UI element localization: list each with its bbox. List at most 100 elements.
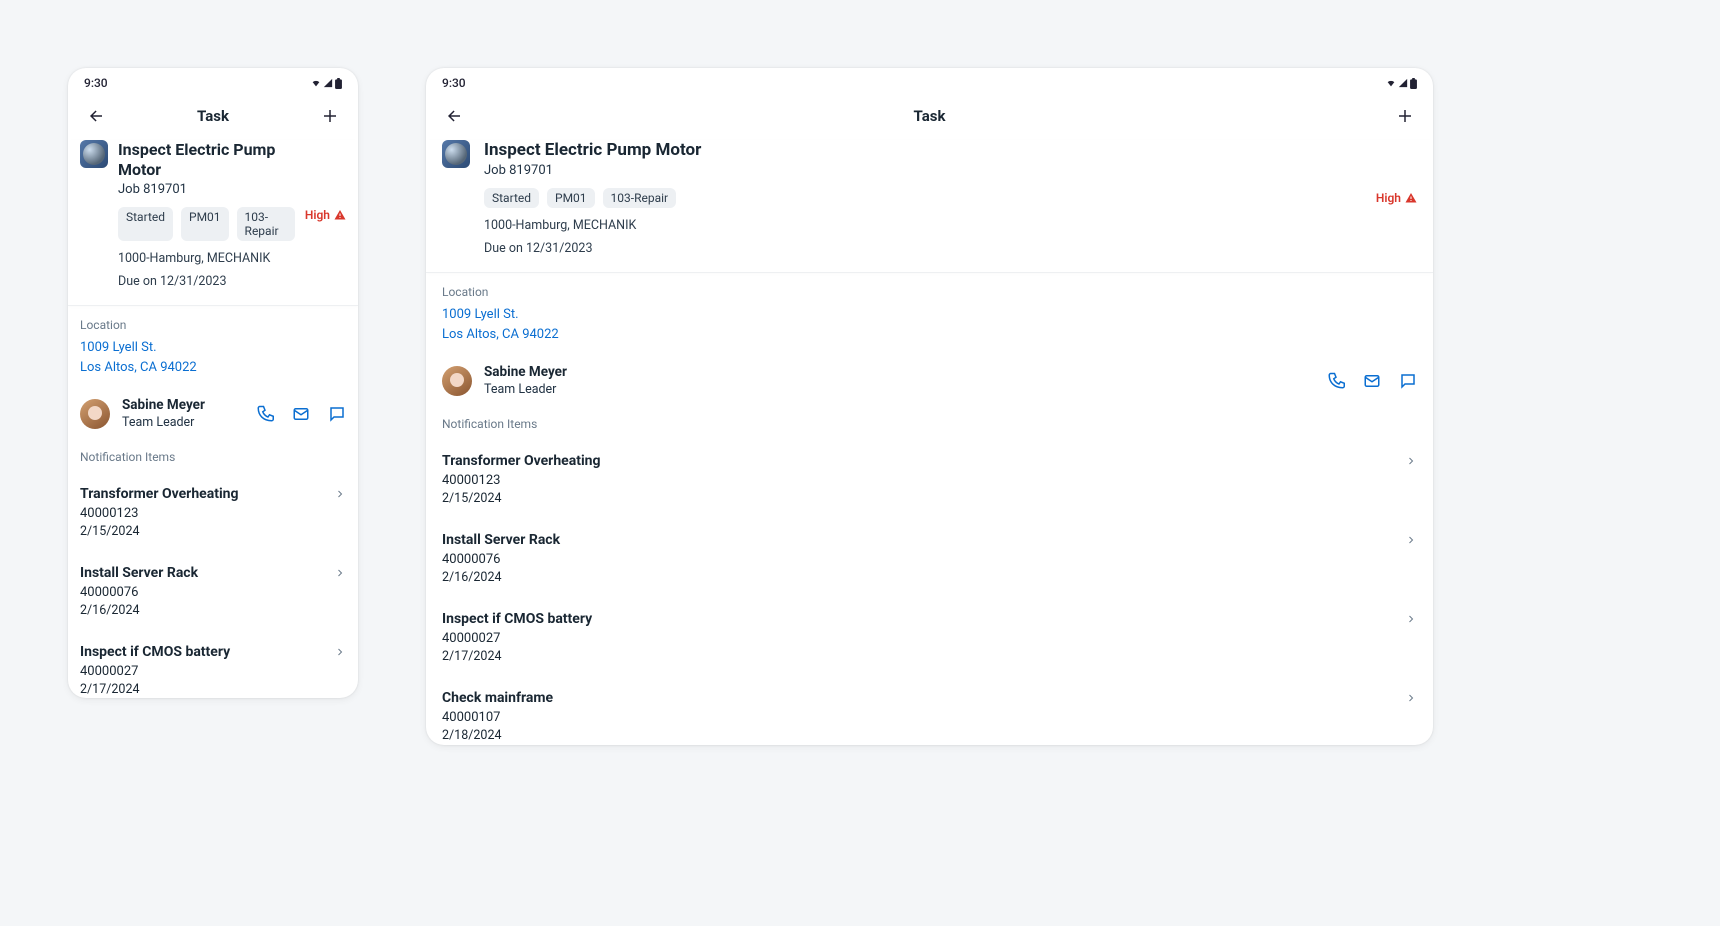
task-thumbnail [80, 140, 108, 168]
location-line2: Los Altos, CA 94022 [80, 358, 346, 378]
chat-icon [1399, 372, 1417, 390]
task-title: Inspect Electric Pump Motor [118, 140, 295, 180]
chevron-right-icon [1405, 455, 1417, 467]
location-label: Location [442, 285, 1417, 299]
chat-icon [328, 405, 346, 423]
location-line1: 1009 Lyell St. [442, 305, 1417, 325]
phone-icon [256, 405, 274, 423]
plus-icon [321, 107, 339, 125]
tag-pm: PM01 [547, 188, 595, 208]
task-header-main: Inspect Electric Pump Motor Job 819701 S… [118, 140, 295, 289]
back-button[interactable] [442, 104, 466, 128]
page-title: Task [466, 107, 1393, 125]
notification-item[interactable]: Transformer Overheating 40000123 2/15/20… [68, 474, 358, 553]
contact-role: Team Leader [484, 382, 1315, 397]
add-button[interactable] [1393, 104, 1417, 128]
chevron-right-icon [334, 567, 346, 579]
notifications-label: Notification Items [426, 409, 1433, 441]
status-bar: 9:30 [68, 68, 358, 94]
notification-title: Inspect if CMOS battery [442, 611, 1393, 627]
contact-name: Sabine Meyer [122, 397, 244, 413]
task-site: 1000-Hamburg, MECHANIK [118, 251, 295, 266]
contact-avatar [80, 399, 110, 429]
mail-icon [1363, 372, 1381, 390]
device-mobile: 9:30 Task Inspect Electric Pump Motor Jo… [68, 68, 358, 698]
location-section: Location 1009 Lyell St. Los Altos, CA 94… [426, 273, 1433, 352]
email-button[interactable] [292, 405, 310, 423]
notification-date: 2/17/2024 [80, 682, 322, 697]
arrow-left-icon [87, 107, 105, 125]
tag-status: Started [484, 188, 539, 208]
alert-icon [334, 209, 346, 221]
notification-item[interactable]: Inspect if CMOS battery 40000027 2/17/20… [68, 632, 358, 698]
chevron-right-icon [1405, 534, 1417, 546]
notification-id: 40000107 [442, 710, 1393, 725]
phone-button[interactable] [256, 405, 274, 423]
task-job: Job 819701 [484, 163, 1362, 178]
notification-date: 2/15/2024 [442, 491, 1393, 506]
status-time: 9:30 [442, 76, 466, 90]
chevron-right-icon [1405, 692, 1417, 704]
nav-bar: Task [68, 94, 358, 140]
back-button[interactable] [84, 104, 108, 128]
task-tags: Started PM01 103-Repair [118, 207, 295, 241]
notification-item[interactable]: Install Server Rack 40000076 2/16/2024 [68, 553, 358, 632]
contact-row: Sabine Meyer Team Leader [68, 385, 358, 442]
task-job: Job 819701 [118, 182, 295, 197]
notification-title: Transformer Overheating [80, 486, 322, 502]
chat-button[interactable] [328, 405, 346, 423]
device-tablet: 9:30 Task Inspect Electric Pump Motor Jo… [426, 68, 1433, 745]
email-button[interactable] [1363, 372, 1381, 390]
notification-item[interactable]: Check mainframe 40000107 2/18/2024 [426, 678, 1433, 745]
task-due: Due on 12/31/2023 [484, 241, 1362, 256]
add-button[interactable] [318, 104, 342, 128]
task-tags: Started PM01 103-Repair [484, 188, 1362, 208]
tag-pm: PM01 [181, 207, 229, 241]
tag-status: Started [118, 207, 173, 241]
notification-date: 2/16/2024 [442, 570, 1393, 585]
tag-repair: 103-Repair [237, 207, 295, 241]
contact-actions [256, 405, 346, 423]
location-link[interactable]: 1009 Lyell St. Los Altos, CA 94022 [80, 338, 346, 377]
task-header: Inspect Electric Pump Motor Job 819701 S… [426, 140, 1433, 273]
contact-actions [1327, 372, 1417, 390]
contact-info: Sabine Meyer Team Leader [484, 364, 1315, 397]
contact-role: Team Leader [122, 415, 244, 430]
notification-item[interactable]: Transformer Overheating 40000123 2/15/20… [426, 441, 1433, 520]
location-label: Location [80, 318, 346, 332]
notification-id: 40000076 [80, 585, 322, 600]
task-header: Inspect Electric Pump Motor Job 819701 S… [68, 140, 358, 306]
tag-repair: 103-Repair [603, 188, 677, 208]
notification-item[interactable]: Install Server Rack 40000076 2/16/2024 [426, 520, 1433, 599]
priority-badge: High [305, 140, 346, 289]
chat-button[interactable] [1399, 372, 1417, 390]
body-content: Location 1009 Lyell St. Los Altos, CA 94… [68, 306, 358, 698]
battery-icon [1410, 78, 1417, 89]
signal-icon [1398, 78, 1408, 88]
notification-id: 40000027 [442, 631, 1393, 646]
notification-title: Install Server Rack [442, 532, 1393, 548]
contact-row: Sabine Meyer Team Leader [426, 352, 1433, 409]
location-line2: Los Altos, CA 94022 [442, 325, 1417, 345]
notification-title: Install Server Rack [80, 565, 322, 581]
task-title: Inspect Electric Pump Motor [484, 140, 1362, 161]
status-icons [1386, 78, 1417, 89]
notification-id: 40000027 [80, 664, 322, 679]
task-thumbnail [442, 140, 470, 168]
battery-icon [335, 78, 342, 89]
task-due: Due on 12/31/2023 [118, 274, 295, 289]
notification-date: 2/15/2024 [80, 524, 322, 539]
location-link[interactable]: 1009 Lyell St. Los Altos, CA 94022 [442, 305, 1417, 344]
notification-date: 2/17/2024 [442, 649, 1393, 664]
status-bar: 9:30 [426, 68, 1433, 94]
contact-avatar [442, 366, 472, 396]
phone-button[interactable] [1327, 372, 1345, 390]
plus-icon [1396, 107, 1414, 125]
contact-info: Sabine Meyer Team Leader [122, 397, 244, 430]
status-icons [311, 78, 342, 89]
location-line1: 1009 Lyell St. [80, 338, 346, 358]
task-header-main: Inspect Electric Pump Motor Job 819701 S… [484, 140, 1362, 256]
notification-item[interactable]: Inspect if CMOS battery 40000027 2/17/20… [426, 599, 1433, 678]
mail-icon [292, 405, 310, 423]
task-site: 1000-Hamburg, MECHANIK [484, 218, 1362, 233]
